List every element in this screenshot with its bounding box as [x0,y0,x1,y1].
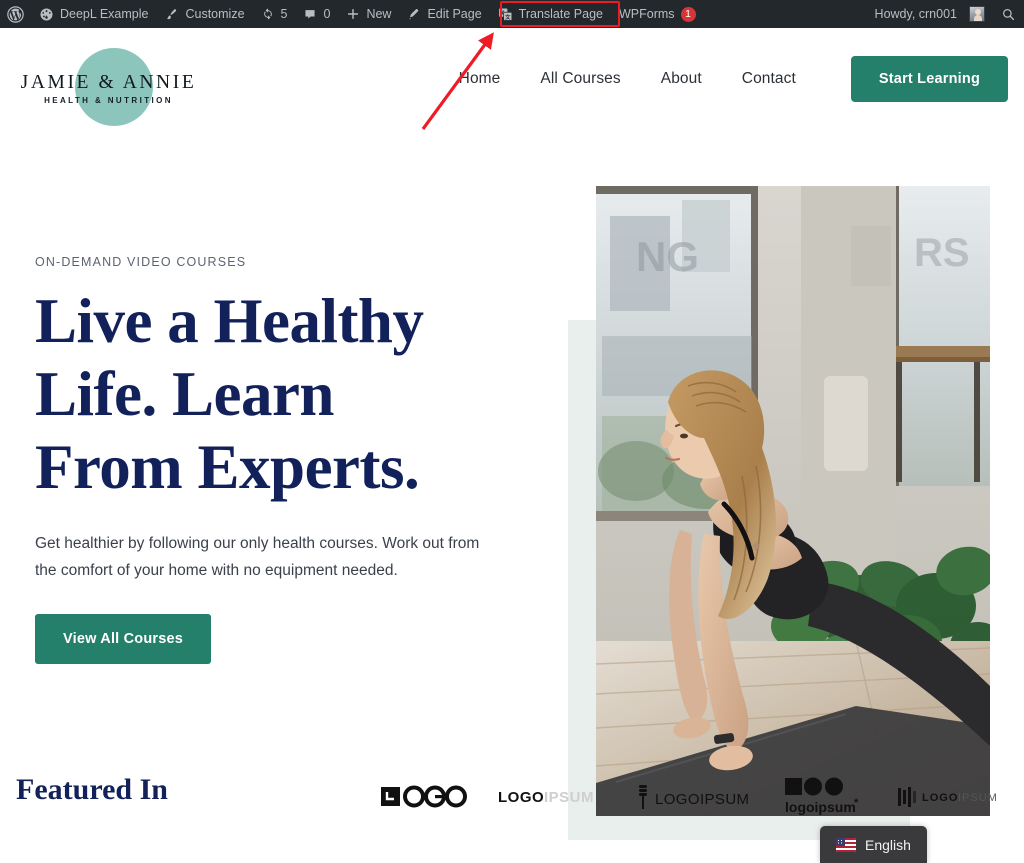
updates-icon [261,7,275,21]
admin-bar-wpforms[interactable]: WPForms 1 [611,0,704,28]
admin-bar-customize-label: Customize [185,7,245,21]
site-header: JAMIE & ANNIE HEALTH & NUTRITION Home Al… [0,28,1024,151]
admin-bar-comments[interactable]: 0 [295,0,338,28]
admin-bar-search[interactable] [993,0,1024,28]
logo-tagline-text: HEALTH & NUTRITION [44,96,173,105]
admin-bar-edit-page-label: Edit Page [427,7,482,21]
featured-logo-3: LOGOIPSUM LOGOIPSUM [635,783,753,811]
hero-eyebrow: ON-DEMAND VIDEO COURSES [35,255,247,269]
hero-title-line-1: Live a Healthy [35,286,424,356]
svg-text:RS: RS [914,231,970,275]
admin-bar-new-content-label: New [366,7,392,21]
nav-item-contact[interactable]: Contact [722,70,816,88]
avatar [969,6,985,22]
hero-title-line-2: Life. Learn [35,359,334,429]
admin-bar-my-account[interactable]: Howdy, crn001 [867,0,993,28]
featured-logo-row: LOGO LOGO IPSUM LOGOIPSUM LOGOIPSUM LOGO… [380,757,1024,837]
logoipsum-mark-2: LOGO IPSUM LOGOIPSUM [498,789,594,806]
logoipsum-mark-1: LOGO [381,785,467,808]
logoipsum-mark-3: LOGOIPSUM LOGOIPSUM [639,785,749,809]
search-icon [1001,7,1016,22]
plus-icon [346,7,360,21]
admin-bar-customize[interactable]: Customize [156,0,252,28]
comment-bubble-icon [303,7,317,21]
admin-bar-updates-count: 5 [280,7,288,21]
admin-bar-comments-count: 0 [323,7,331,21]
svg-text:LOGOIPSUM: LOGOIPSUM [655,791,749,808]
svg-text:LOGO: LOGO [922,792,958,804]
nav-item-all-courses[interactable]: All Courses [520,70,640,88]
featured-logo-5: LOGO IPSUM LOGOIPSUM [896,784,1014,810]
admin-bar-wp-logo[interactable] [0,0,31,28]
language-switcher[interactable]: English [820,826,927,863]
admin-bar-howdy-label: Howdy, crn001 [874,7,957,21]
svg-text:IPSUM: IPSUM [958,792,998,804]
hero-title-line-3: From Experts. [35,432,420,502]
wpforms-badge: 1 [680,6,696,22]
featured-in-title: Featured In [16,773,168,806]
site-logo[interactable]: JAMIE & ANNIE HEALTH & NUTRITION [16,46,201,131]
hero-section: ON-DEMAND VIDEO COURSES Live a Healthy L… [0,151,1024,840]
featured-logo-2: LOGO IPSUM LOGOIPSUM [498,786,606,808]
view-all-courses-button[interactable]: View All Courses [35,614,212,664]
start-learning-button[interactable]: Start Learning [850,56,1008,102]
admin-bar-translate-page-label: Translate Page [518,7,603,21]
admin-bar-translate-page[interactable]: A 文 Translate Page [490,0,611,28]
page-title: Live a Healthy Life. Learn From Experts. [35,285,555,504]
svg-text:logoipsum: logoipsum [785,799,856,815]
us-flag-icon [836,837,856,852]
admin-bar-edit-page[interactable]: Edit Page [399,0,489,28]
logoipsum-mark-5: LOGO IPSUM LOGOIPSUM [898,787,998,807]
hero-paragraph: Get healthier by following our only heal… [35,535,480,579]
admin-bar-new-content[interactable]: New [338,0,399,28]
hero-photo-illustration: NG RS [596,186,990,816]
admin-bar-account-area: Howdy, crn001 [867,0,1024,28]
logo-name-text: JAMIE & ANNIE [20,72,197,93]
wordpress-icon [7,5,24,23]
featured-logo-1: LOGO [380,784,468,810]
svg-text:*: * [854,797,859,809]
svg-text:IPSUM: IPSUM [544,789,594,806]
translate-icon: A 文 [498,7,513,22]
main-navigation: Home All Courses About Contact Start Lea… [439,56,1008,102]
nav-item-about[interactable]: About [641,70,722,88]
admin-bar-site-name-label: DeepL Example [60,7,149,21]
admin-bar-wpforms-label: WPForms [618,7,675,21]
admin-bar-updates[interactable]: 5 [253,0,296,28]
logoipsum-mark-4: logoipsum * logoipsum [784,777,859,815]
language-switcher-label: English [865,836,911,853]
svg-text:NG: NG [636,233,699,280]
admin-bar-site-name[interactable]: DeepL Example [31,0,156,28]
hero-text-column: ON-DEMAND VIDEO COURSES Live a Healthy L… [35,255,555,664]
paintbrush-icon [164,7,179,22]
hero-image: NG RS [596,186,990,816]
nav-item-home[interactable]: Home [439,70,521,88]
pencil-icon [407,7,421,21]
svg-text:LOGO: LOGO [498,789,544,806]
dashboard-icon [39,7,54,22]
wordpress-admin-bar: DeepL Example Customize 5 0 New Edit Pag… [0,0,1024,28]
featured-logo-4: logoipsum * logoipsum [783,776,867,818]
featured-in-section: Featured In LOGO LOGO IPSUM LOGOIPSUM [0,757,1024,837]
